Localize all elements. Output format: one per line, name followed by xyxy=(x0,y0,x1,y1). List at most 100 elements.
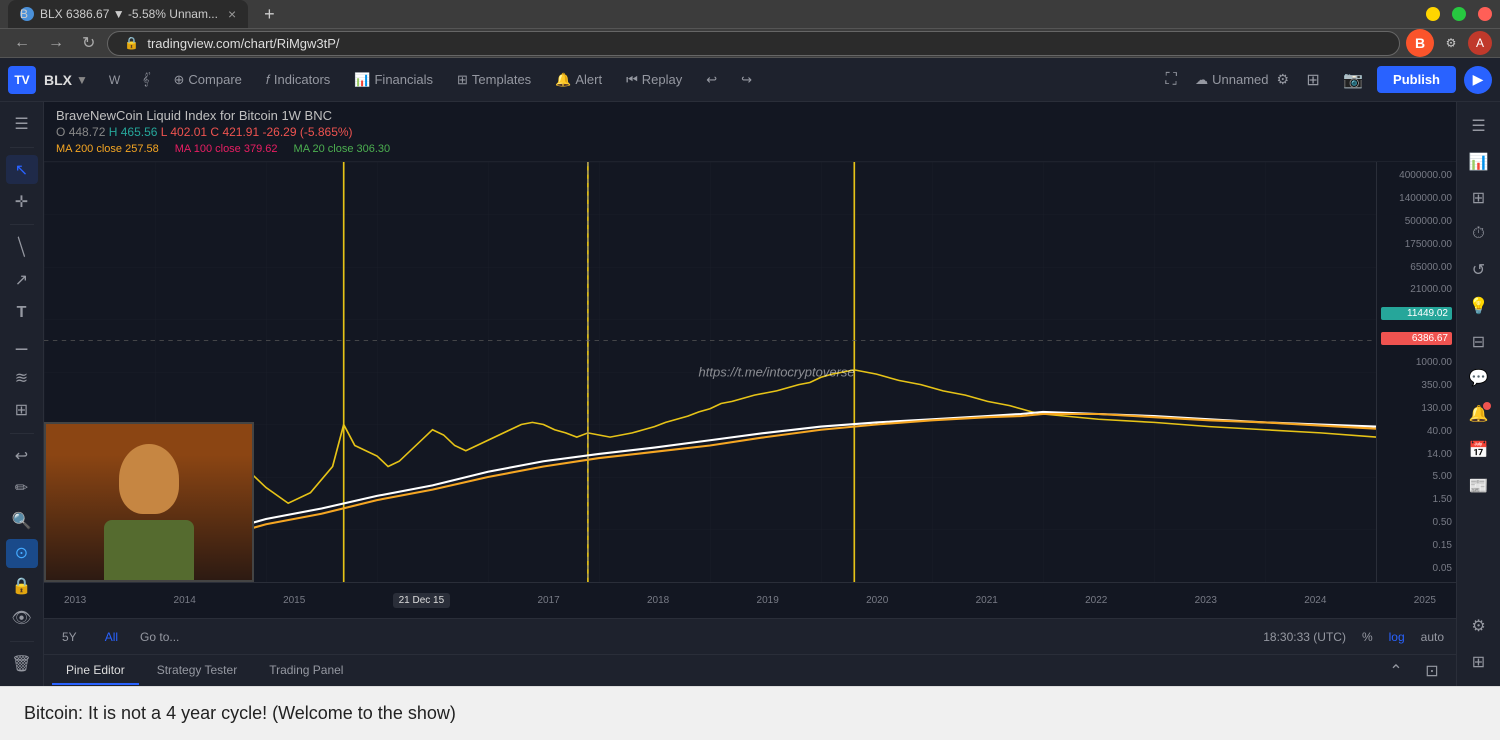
extensions-icon[interactable]: ⚙ xyxy=(1440,32,1462,54)
rt-refresh-icon[interactable]: ↺ xyxy=(1463,254,1495,286)
rt-heatmap-icon[interactable]: ⊞ xyxy=(1463,182,1495,214)
text-tool[interactable]: T xyxy=(6,298,38,327)
person-head xyxy=(119,444,179,514)
time-2021: 2021 xyxy=(976,595,998,606)
play-button[interactable]: ▶ xyxy=(1464,66,1492,94)
minimize-button[interactable] xyxy=(1426,7,1440,21)
price-axis: 4000000.00 1400000.00 500000.00 175000.0… xyxy=(1376,162,1456,582)
undo-button[interactable]: ↩ xyxy=(696,66,727,94)
ma100-legend: MA 100 close 379.62 xyxy=(175,143,278,155)
back-button[interactable]: ← xyxy=(8,30,36,56)
symbol-label[interactable]: BLX xyxy=(44,72,72,88)
expand-icon[interactable]: ⊡ xyxy=(1416,655,1448,687)
rt-list-icon[interactable]: ☰ xyxy=(1463,110,1495,142)
replay-menu-item[interactable]: ⏮ Replay xyxy=(616,66,692,94)
period-all[interactable]: All xyxy=(99,628,124,646)
rt-candlestick-icon[interactable]: 📊 xyxy=(1463,146,1495,178)
tab-close-button[interactable]: × xyxy=(228,6,236,22)
unnamed-cloud: ☁ Unnamed xyxy=(1195,72,1268,88)
time-2018: 2018 xyxy=(647,595,669,606)
scale-log[interactable]: log xyxy=(1389,630,1405,644)
hamburger-icon[interactable]: ☰ xyxy=(6,110,38,139)
tab-title: BLX 6386.67 ▼ -5.58% Unnam... xyxy=(40,7,218,21)
maximize-button[interactable] xyxy=(1452,7,1466,21)
alert-menu-item[interactable]: 🔔 Alert xyxy=(545,66,612,94)
settings-icon[interactable]: ⚙ xyxy=(1276,71,1289,88)
lock-tool[interactable]: 🔒 xyxy=(6,572,38,601)
trash-tool[interactable]: 🗑 xyxy=(6,650,38,679)
financials-menu-item[interactable]: 📊 Financials xyxy=(344,66,443,94)
trendline-tool[interactable]: ↗ xyxy=(6,266,38,295)
fullscreen-icon[interactable]: ⛶ xyxy=(1155,64,1187,96)
rt-grid-icon[interactable]: ⊞ xyxy=(1463,646,1495,678)
eye-tool[interactable]: 👁 xyxy=(6,604,38,633)
collapse-icon[interactable]: ⌃ xyxy=(1380,655,1412,687)
right-toolbar: ☰ 📊 ⊞ ⏱ ↺ 💡 ⊟ 💬 🔔 📅 📰 ⚙ ⊞ xyxy=(1456,102,1500,686)
new-tab-button[interactable]: + xyxy=(256,4,283,25)
separator-3 xyxy=(10,433,34,434)
zoom-tool[interactable]: 🔍 xyxy=(6,507,38,536)
price-1.5: 1.50 xyxy=(1381,494,1452,505)
active-browser-tab[interactable]: B BLX 6386.67 ▼ -5.58% Unnam... × xyxy=(8,0,248,28)
rt-chat-icon[interactable]: 💬 xyxy=(1463,362,1495,394)
separator-1 xyxy=(10,147,34,148)
cursor-tool[interactable]: ↖ xyxy=(6,155,38,184)
timeframe-w-button[interactable]: W xyxy=(100,68,129,92)
rt-settings-icon[interactable]: ⚙ xyxy=(1463,610,1495,642)
redo-button[interactable]: ↪ xyxy=(731,66,762,94)
line-tool[interactable]: ╱ xyxy=(0,226,43,269)
close-button[interactable] xyxy=(1478,7,1492,21)
separator-2 xyxy=(10,224,34,225)
undo-tool[interactable]: ↩ xyxy=(6,441,38,470)
trading-panel-tab[interactable]: Trading Panel xyxy=(255,657,357,685)
camera-header-icon[interactable]: 📷 xyxy=(1337,64,1369,96)
timeframe-bar-button[interactable]: 𝄟 xyxy=(133,67,159,92)
price-350: 350.00 xyxy=(1381,380,1452,391)
crosshair-tool[interactable]: ✛ xyxy=(6,188,38,217)
publish-button[interactable]: Publish xyxy=(1377,66,1456,93)
price-1k: 1000.00 xyxy=(1381,357,1452,368)
price-14: 14.00 xyxy=(1381,449,1452,460)
indicators-menu-item[interactable]: 𝑓 Indicators xyxy=(256,66,340,94)
rt-calendar-icon[interactable]: 📅 xyxy=(1463,434,1495,466)
browser-toolbar: ← → ↻ 🔒 tradingview.com/chart/RiMgw3tP/ … xyxy=(0,29,1500,58)
close-value: 421.91 xyxy=(222,125,259,139)
ohlc-bar: O 448.72 H 465.56 L 402.01 C 421.91 -26.… xyxy=(56,125,1444,139)
rt-news-icon[interactable]: 📰 xyxy=(1463,470,1495,502)
scale-auto[interactable]: auto xyxy=(1421,630,1444,644)
alert-icon: 🔔 xyxy=(555,72,571,88)
refresh-button[interactable]: ↻ xyxy=(76,29,101,57)
templates-menu-item[interactable]: ⊞ Templates xyxy=(447,66,541,94)
multiselect-tool[interactable]: ⊞ xyxy=(6,396,38,425)
bottom-bar: 5Y All Go to... 18:30:33 (UTC) % log aut… xyxy=(44,618,1456,654)
brush-tool[interactable]: ✏ xyxy=(6,474,38,503)
goto-button[interactable]: Go to... xyxy=(140,630,179,644)
fib-tool[interactable]: ≋ xyxy=(6,364,38,393)
ma20-label: MA 20 close xyxy=(294,143,354,155)
tab-favicon: B xyxy=(20,7,34,21)
address-bar[interactable]: 🔒 tradingview.com/chart/RiMgw3tP/ xyxy=(107,31,1400,56)
chart-row: https://t.me/intocryptoverse 4000000.00 xyxy=(44,162,1456,582)
rt-idea-icon[interactable]: 💡 xyxy=(1463,290,1495,322)
profile-icon[interactable]: A xyxy=(1468,31,1492,55)
notification-dot xyxy=(1483,402,1491,410)
indicators-icon: 𝑓 xyxy=(266,72,270,88)
pine-editor-tab[interactable]: Pine Editor xyxy=(52,657,139,685)
forward-button[interactable]: → xyxy=(42,30,70,56)
open-label: O xyxy=(56,125,65,139)
tv-right-actions: ⛶ ☁ Unnamed ⚙ ⊞ 📷 Publish ▶ xyxy=(1155,64,1492,96)
strategy-tester-tab[interactable]: Strategy Tester xyxy=(143,657,251,685)
ma20-legend: MA 20 close 306.30 xyxy=(294,143,391,155)
url-text: tradingview.com/chart/RiMgw3tP/ xyxy=(147,36,339,51)
rt-clock-icon[interactable]: ⏱ xyxy=(1463,218,1495,250)
rt-watchlist-icon[interactable]: ⊟ xyxy=(1463,326,1495,358)
magnet-tool[interactable]: ⊙ xyxy=(6,539,38,568)
layout-icon[interactable]: ⊞ xyxy=(1297,64,1329,96)
measure-tool[interactable]: ⚊ xyxy=(6,331,38,360)
period-5y[interactable]: 5Y xyxy=(56,628,83,646)
ma-legend: MA 200 close 257.58 MA 100 close 379.62 … xyxy=(56,143,1444,155)
price-500k: 500000.00 xyxy=(1381,216,1452,227)
compare-menu-item[interactable]: ⊕ Compare xyxy=(164,66,252,94)
chart-canvas[interactable]: https://t.me/intocryptoverse xyxy=(44,162,1376,582)
webcam-person xyxy=(46,424,252,580)
